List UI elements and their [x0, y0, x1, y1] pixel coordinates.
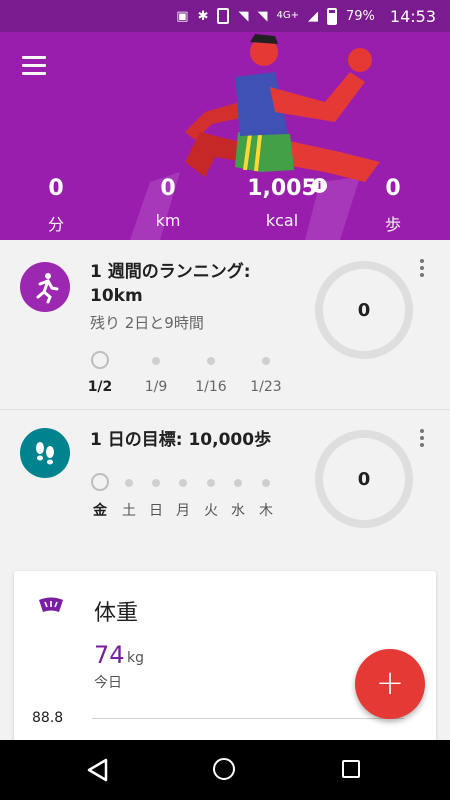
daily-steps-goal-card[interactable]: 1 日の目標: 10,000歩 金 土 日 月 火 水 木 0 — [0, 410, 450, 560]
add-button[interactable]: + — [355, 649, 425, 719]
wifi-icon: ◥ — [238, 8, 249, 24]
stat-minutes: 0 分 — [6, 176, 106, 235]
week-label: 1/9 — [144, 379, 168, 395]
home-icon[interactable] — [213, 758, 235, 780]
week-dot — [207, 357, 215, 365]
menu-icon[interactable] — [22, 56, 48, 76]
week-label: 1/23 — [250, 379, 282, 395]
goal-remaining: 残り 2日と9時間 — [90, 314, 204, 332]
weight-chart-gridline — [92, 718, 404, 719]
battery-icon — [326, 7, 337, 25]
system-nav-bar — [0, 740, 450, 800]
day-dot — [125, 479, 133, 487]
day-label: 火 — [204, 503, 218, 519]
footprints-icon — [20, 428, 70, 478]
bluetooth-icon: ✱ — [197, 8, 209, 24]
stat-label: 歩 — [384, 215, 401, 234]
goal-target: 10km — [90, 286, 143, 306]
steps-progress-ring: 0 — [315, 430, 413, 528]
stat-distance: 0 km — [118, 176, 218, 230]
day-label-current: 金 — [93, 503, 107, 519]
day-label: 水 — [231, 503, 245, 519]
week-dot — [152, 357, 160, 365]
stat-value: 0 — [160, 176, 176, 201]
day-label: 日 — [149, 503, 163, 519]
stat-label: 分 — [47, 215, 64, 234]
day-dot — [152, 479, 160, 487]
robot-notification-icon: ▣ — [176, 8, 189, 24]
vibrate-icon — [217, 8, 230, 24]
stat-value: 0 — [48, 176, 64, 201]
day-dot — [234, 479, 242, 487]
week-dot-current — [91, 351, 109, 369]
stat-value: 0 — [385, 176, 401, 201]
week-dot — [262, 357, 270, 365]
stat-label: km — [155, 211, 181, 230]
stat-steps: 0 歩 — [343, 176, 443, 235]
daily-goal-title: 1 日の目標: 10,000歩 — [90, 430, 272, 450]
week-label: 1/16 — [195, 379, 227, 395]
day-dot — [207, 479, 215, 487]
daily-stats: 0 分 0 km 1,005 kcal i 0 歩 — [0, 176, 450, 240]
more-options-icon[interactable] — [418, 259, 426, 279]
weight-title: 体重 — [94, 601, 139, 626]
weekly-running-goal-card[interactable]: 1 週間のランニング: 10km 残り 2日と9時間 1/2 1/9 1/16 … — [0, 240, 450, 410]
weight-unit: kg — [127, 650, 144, 666]
stat-label: kcal — [265, 211, 299, 230]
more-options-icon[interactable] — [418, 429, 426, 449]
back-icon[interactable] — [86, 758, 108, 782]
day-dot-current — [91, 473, 109, 491]
running-person-icon — [20, 262, 70, 312]
weight-date: 今日 — [94, 675, 122, 691]
day-label: 月 — [176, 503, 190, 519]
battery-percent: 79% — [345, 8, 375, 24]
recent-apps-icon[interactable] — [342, 760, 360, 778]
activity-header: 0 分 0 km 1,005 kcal i 0 歩 — [0, 32, 450, 240]
weight-value: 74 — [94, 641, 125, 669]
wifi-secondary-icon: ◥ — [257, 8, 268, 24]
info-icon[interactable]: i — [312, 178, 327, 193]
network-type-label: 4G+ — [276, 10, 299, 21]
day-label: 土 — [122, 503, 136, 519]
cellular-signal-icon: ◢ — [307, 8, 318, 24]
week-label-current: 1/2 — [87, 379, 113, 395]
day-label: 木 — [259, 503, 273, 519]
goal-progress-ring: 0 — [315, 261, 413, 359]
status-bar: ▣ ✱ ◥ ◥ 4G+ ◢ 79% 14:53 — [0, 0, 450, 32]
day-dot — [179, 479, 187, 487]
scale-icon — [38, 597, 64, 619]
weight-axis-label: 88.8 — [32, 710, 64, 726]
clock: 14:53 — [389, 6, 436, 26]
goal-title: 1 週間のランニング: — [90, 262, 251, 282]
day-dot — [262, 479, 270, 487]
